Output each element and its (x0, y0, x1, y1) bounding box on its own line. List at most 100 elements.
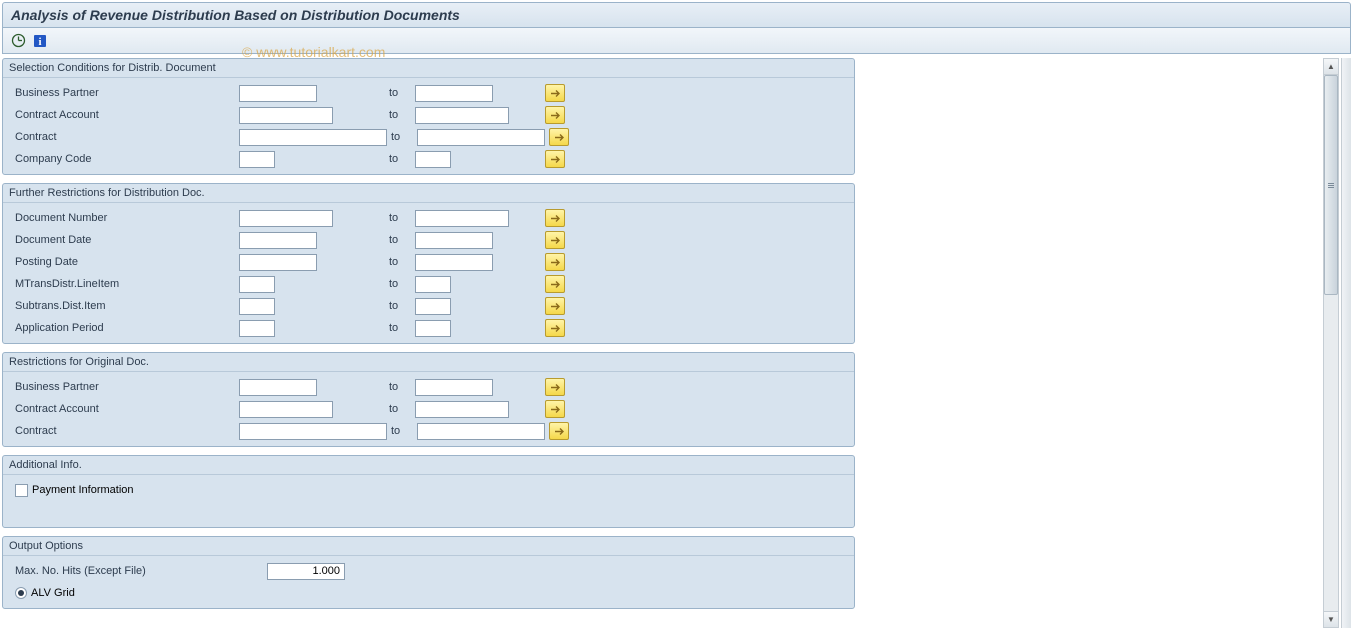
label-document-date: Document Date (9, 234, 239, 246)
to-label: to (389, 109, 411, 121)
document-date-from[interactable] (239, 232, 317, 249)
multi-select-button[interactable] (545, 209, 565, 227)
orig-business-partner-from[interactable] (239, 379, 317, 396)
row-orig-contract-account: Contract Account to (3, 398, 854, 420)
contract-account-to[interactable] (415, 107, 509, 124)
row-payment-info: Payment Information (3, 479, 854, 501)
vertical-scrollbar[interactable]: ▲ ▼ (1323, 58, 1339, 628)
mtrans-to[interactable] (415, 276, 451, 293)
row-company-code: Company Code to (3, 148, 854, 170)
multi-select-button[interactable] (545, 253, 565, 271)
to-label: to (389, 234, 411, 246)
mtrans-from[interactable] (239, 276, 275, 293)
multi-select-button[interactable] (545, 275, 565, 293)
alv-grid-radio[interactable] (15, 587, 27, 599)
label-mtrans: MTransDistr.LineItem (9, 278, 239, 290)
label-contract-account: Contract Account (9, 109, 239, 121)
svg-text:i: i (38, 36, 41, 48)
group-restrictions-original: Restrictions for Original Doc. Business … (2, 352, 855, 447)
page-title: Analysis of Revenue Distribution Based o… (2, 2, 1351, 28)
multi-select-button[interactable] (545, 150, 565, 168)
company-code-to[interactable] (415, 151, 451, 168)
label-subtrans: Subtrans.Dist.Item (9, 300, 239, 312)
orig-business-partner-to[interactable] (415, 379, 493, 396)
row-business-partner: Business Partner to (3, 82, 854, 104)
to-label: to (391, 425, 413, 437)
orig-contract-from[interactable] (239, 423, 387, 440)
payment-info-checkbox[interactable] (15, 484, 28, 497)
label-orig-contract-account: Contract Account (9, 403, 239, 415)
to-label: to (391, 131, 413, 143)
multi-select-button[interactable] (545, 319, 565, 337)
posting-date-from[interactable] (239, 254, 317, 271)
label-company-code: Company Code (9, 153, 239, 165)
row-posting-date: Posting Date to (3, 251, 854, 273)
label-application-period: Application Period (9, 322, 239, 334)
multi-select-button[interactable] (549, 128, 569, 146)
contract-to[interactable] (417, 129, 545, 146)
orig-contract-to[interactable] (417, 423, 545, 440)
scroll-thumb[interactable] (1324, 75, 1338, 295)
multi-select-button[interactable] (545, 378, 565, 396)
multi-select-button[interactable] (545, 231, 565, 249)
row-document-date: Document Date to (3, 229, 854, 251)
to-label: to (389, 87, 411, 99)
group-output-options: Output Options Max. No. Hits (Except Fil… (2, 536, 855, 609)
subtrans-to[interactable] (415, 298, 451, 315)
toolbar: i (2, 28, 1351, 54)
row-contract-account: Contract Account to (3, 104, 854, 126)
group-title: Further Restrictions for Distribution Do… (3, 184, 854, 203)
orig-contract-account-to[interactable] (415, 401, 509, 418)
window-edge (1341, 58, 1351, 628)
to-label: to (389, 403, 411, 415)
document-number-from[interactable] (239, 210, 333, 227)
row-document-number: Document Number to (3, 207, 854, 229)
business-partner-to[interactable] (415, 85, 493, 102)
subtrans-from[interactable] (239, 298, 275, 315)
execute-button[interactable] (9, 32, 27, 50)
max-hits-input[interactable] (267, 563, 345, 580)
posting-date-to[interactable] (415, 254, 493, 271)
group-title: Output Options (3, 537, 854, 556)
group-title: Restrictions for Original Doc. (3, 353, 854, 372)
to-label: to (389, 381, 411, 393)
row-mtrans: MTransDistr.LineItem to (3, 273, 854, 295)
row-orig-business-partner: Business Partner to (3, 376, 854, 398)
info-button[interactable]: i (31, 32, 49, 50)
form-pane: Selection Conditions for Distrib. Docume… (2, 58, 857, 628)
multi-select-button[interactable] (545, 106, 565, 124)
multi-select-button[interactable] (545, 297, 565, 315)
group-title: Additional Info. (3, 456, 854, 475)
contract-from[interactable] (239, 129, 387, 146)
row-orig-contract: Contract to (3, 420, 854, 442)
row-subtrans: Subtrans.Dist.Item to (3, 295, 854, 317)
orig-contract-account-from[interactable] (239, 401, 333, 418)
scroll-down-button[interactable]: ▼ (1324, 611, 1338, 627)
document-date-to[interactable] (415, 232, 493, 249)
group-title: Selection Conditions for Distrib. Docume… (3, 59, 854, 78)
company-code-from[interactable] (239, 151, 275, 168)
label-posting-date: Posting Date (9, 256, 239, 268)
application-period-from[interactable] (239, 320, 275, 337)
group-selection-conditions: Selection Conditions for Distrib. Docume… (2, 58, 855, 175)
multi-select-button[interactable] (549, 422, 569, 440)
label-alv-grid: ALV Grid (31, 587, 75, 599)
scroll-up-button[interactable]: ▲ (1324, 59, 1338, 75)
application-period-to[interactable] (415, 320, 451, 337)
document-number-to[interactable] (415, 210, 509, 227)
label-contract: Contract (9, 131, 239, 143)
business-partner-from[interactable] (239, 85, 317, 102)
contract-account-from[interactable] (239, 107, 333, 124)
label-max-hits: Max. No. Hits (Except File) (9, 565, 267, 577)
label-document-number: Document Number (9, 212, 239, 224)
to-label: to (389, 212, 411, 224)
multi-select-button[interactable] (545, 400, 565, 418)
label-payment-info: Payment Information (32, 484, 134, 496)
label-orig-contract: Contract (9, 425, 239, 437)
to-label: to (389, 256, 411, 268)
row-contract: Contract to (3, 126, 854, 148)
multi-select-button[interactable] (545, 84, 565, 102)
content-area: Selection Conditions for Distrib. Docume… (2, 58, 1351, 628)
to-label: to (389, 322, 411, 334)
row-application-period: Application Period to (3, 317, 854, 339)
